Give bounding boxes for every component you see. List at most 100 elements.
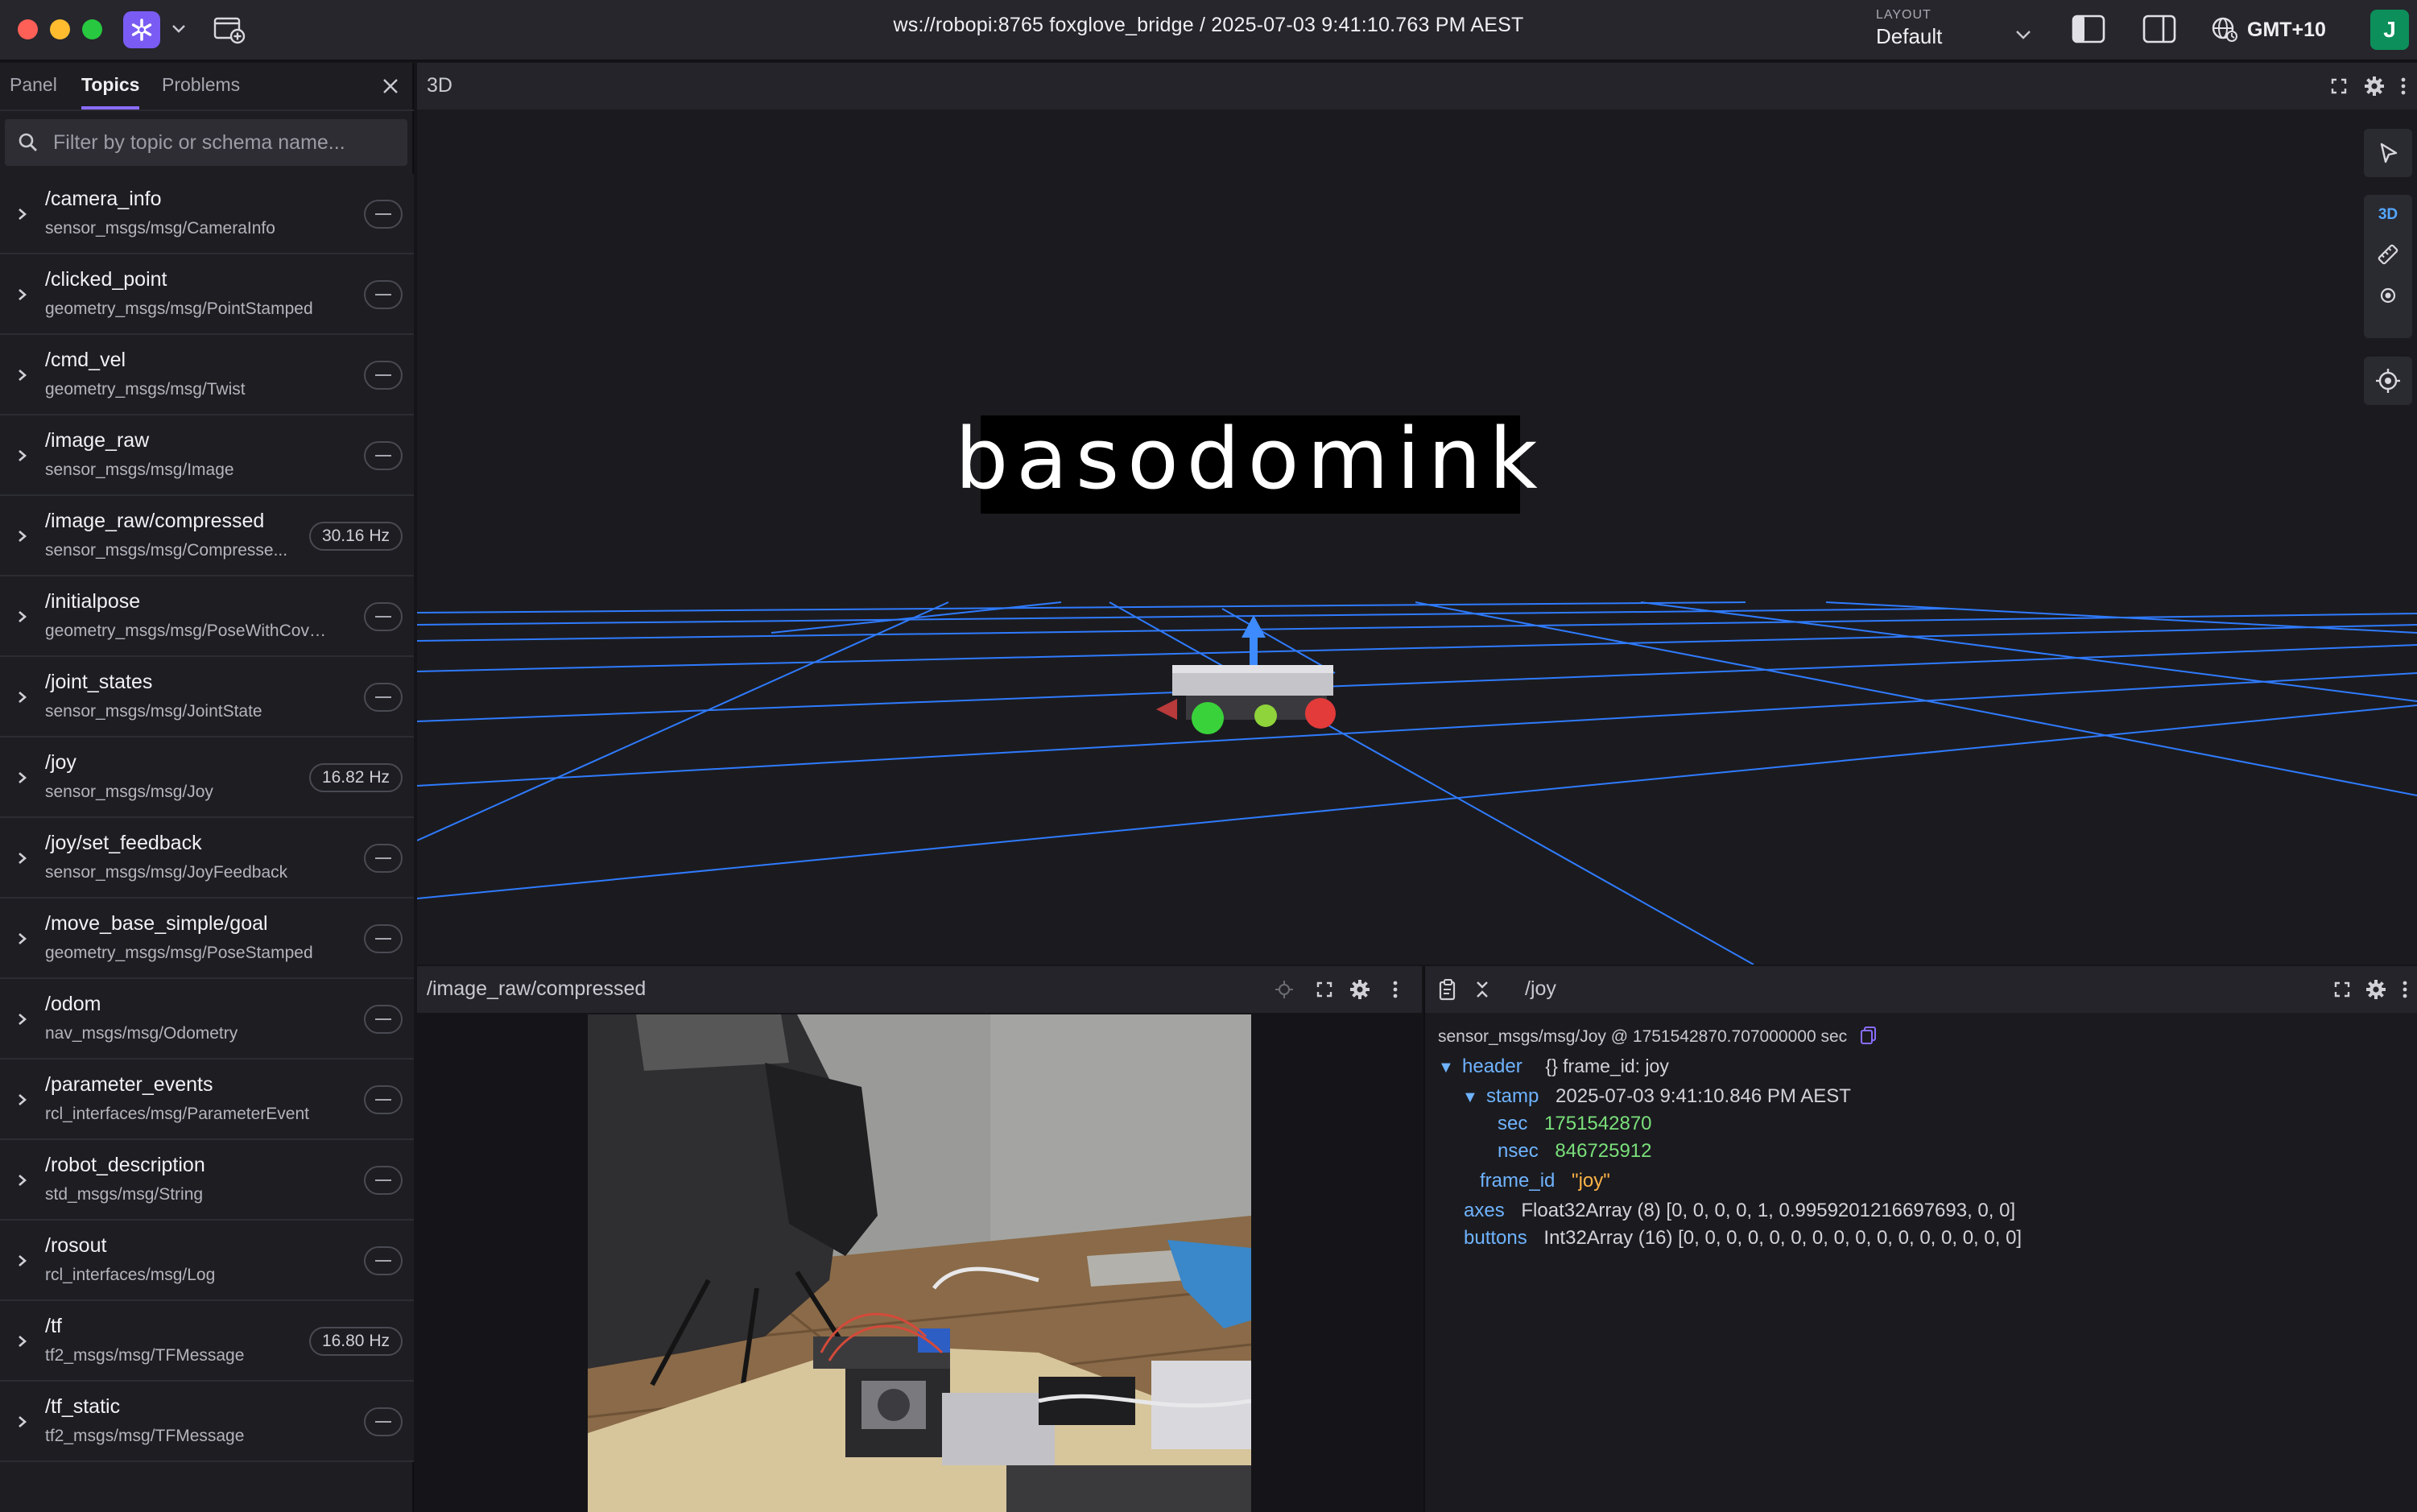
topic-name: /initialpose <box>45 590 141 613</box>
window-minimize-button[interactable] <box>50 19 70 39</box>
message-meta-text: sensor_msgs/msg/Joy @ 1751542870.7070000… <box>1438 1027 1848 1046</box>
topic-row[interactable]: /rosout rcl_interfaces/msg/Log <box>0 1221 414 1301</box>
topic-frequency-badge[interactable] <box>364 280 403 309</box>
settings-gear-icon[interactable] <box>2364 977 2388 1002</box>
topic-frequency-badge[interactable] <box>364 1246 403 1275</box>
tool-3d-toggle[interactable]: 3D <box>2378 206 2398 224</box>
topic-frequency-badge[interactable] <box>364 924 403 953</box>
topic-search-input[interactable] <box>53 119 399 166</box>
frame-id-value: "joy" <box>1572 1170 1610 1192</box>
chevron-right-icon[interactable] <box>14 686 31 708</box>
topic-frequency-badge[interactable] <box>364 441 403 470</box>
topic-name: /camera_info <box>45 188 162 210</box>
collapse-icon[interactable] <box>1470 977 1494 1002</box>
crosshair-icon[interactable] <box>1272 977 1296 1002</box>
chevron-right-icon[interactable] <box>14 1250 31 1272</box>
chevron-right-icon[interactable] <box>14 203 31 225</box>
chevron-right-icon[interactable] <box>14 1089 31 1111</box>
panel-3d: 3D basodomink 3D <box>417 63 2417 965</box>
topic-frequency-badge[interactable]: 16.80 Hz <box>308 1327 403 1356</box>
topic-frequency-badge[interactable] <box>364 844 403 873</box>
view-tools-group: 3D <box>2364 195 2412 338</box>
topic-frequency-badge[interactable] <box>364 1085 403 1114</box>
copy-icon[interactable] <box>1860 1026 1878 1045</box>
topic-row[interactable]: /tf tf2_msgs/msg/TFMessage 16.80 Hz <box>0 1301 414 1382</box>
expand-triangle-icon[interactable]: ▼ <box>1462 1089 1486 1107</box>
topic-frequency-badge[interactable] <box>364 1166 403 1195</box>
chevron-right-icon[interactable] <box>14 927 31 950</box>
chevron-right-icon[interactable] <box>14 1411 31 1433</box>
window-close-button[interactable] <box>18 19 38 39</box>
topic-frequency-badge[interactable] <box>364 361 403 390</box>
topic-row[interactable]: /joint_states sensor_msgs/msg/JointState <box>0 657 414 737</box>
topic-row[interactable]: /joy/set_feedback sensor_msgs/msg/JoyFeed… <box>0 818 414 899</box>
topic-row[interactable]: /image_raw sensor_msgs/msg/Image <box>0 415 414 496</box>
tree-row-stamp[interactable]: ▼ stamp 2025-07-03 9:41:10.846 PM AEST <box>1462 1085 1851 1108</box>
topic-row[interactable]: /initialpose geometry_msgs/msg/PoseWithCo… <box>0 576 414 657</box>
chevron-right-icon[interactable] <box>14 444 31 467</box>
topic-row[interactable]: /cmd_vel geometry_msgs/msg/Twist <box>0 335 414 415</box>
topic-frequency-badge[interactable] <box>364 602 403 631</box>
topic-frequency-badge[interactable] <box>364 1005 403 1034</box>
publish-point-icon[interactable] <box>2378 285 2398 306</box>
more-options-icon[interactable] <box>1383 977 1407 1002</box>
topic-row[interactable]: /tf_static tf2_msgs/msg/TFMessage <box>0 1382 414 1462</box>
topic-row[interactable]: /camera_info sensor_msgs/msg/CameraInfo <box>0 174 414 254</box>
window-maximize-button[interactable] <box>82 19 102 39</box>
locate-icon[interactable] <box>2364 357 2412 405</box>
more-options-icon[interactable] <box>2393 977 2417 1002</box>
sidebar-left-icon[interactable] <box>2071 14 2106 44</box>
panel-title: /image_raw/compressed <box>427 977 647 1000</box>
topic-row[interactable]: /parameter_events rcl_interfaces/msg/Para… <box>0 1060 414 1140</box>
chevron-right-icon[interactable] <box>14 1008 31 1031</box>
chevron-right-icon[interactable] <box>14 525 31 547</box>
tab-topics[interactable]: Topics <box>81 74 140 109</box>
topic-frequency-badge[interactable]: 30.16 Hz <box>308 522 403 551</box>
chevron-right-icon[interactable] <box>14 364 31 386</box>
sidebar-right-icon[interactable] <box>2142 14 2177 44</box>
chevron-right-icon[interactable] <box>14 766 31 789</box>
topic-schema: geometry_msgs/msg/PointStamped <box>45 300 313 318</box>
fullscreen-icon[interactable] <box>2330 977 2354 1002</box>
topic-row[interactable]: /image_raw/compressed sensor_msgs/msg/Com… <box>0 496 414 576</box>
topic-schema: geometry_msgs/msg/Twist <box>45 380 246 399</box>
expand-triangle-icon[interactable]: ▼ <box>1438 1059 1462 1077</box>
3d-scene[interactable]: basodomink <box>417 109 2417 965</box>
frame-label: basodomink <box>955 410 1538 514</box>
tree-row-header[interactable]: ▼ header {} frame_id: joy <box>1438 1056 1669 1078</box>
raw-topic-path[interactable]: /joy <box>1525 977 1556 1001</box>
settings-gear-icon[interactable] <box>1348 977 1372 1002</box>
chevron-right-icon[interactable] <box>14 1169 31 1192</box>
tab-panel[interactable]: Panel <box>10 74 57 109</box>
tab-problems[interactable]: Problems <box>162 74 240 109</box>
fullscreen-icon[interactable] <box>1312 977 1337 1002</box>
topic-frequency-badge[interactable] <box>364 683 403 712</box>
copy-icon[interactable] <box>1436 977 1461 1002</box>
settings-gear-icon[interactable] <box>2362 74 2386 98</box>
timezone-selector[interactable]: GMT+10 <box>2210 11 2339 48</box>
layout-selector[interactable]: LAYOUT Default <box>1876 8 2037 53</box>
more-options-icon[interactable] <box>2391 74 2415 98</box>
topic-row[interactable]: /clicked_point geometry_msgs/msg/PointSta… <box>0 254 414 335</box>
ruler-icon[interactable] <box>2375 242 2401 267</box>
topic-row[interactable]: /odom nav_msgs/msg/Odometry <box>0 979 414 1060</box>
new-window-icon[interactable] <box>211 13 248 47</box>
chevron-right-icon[interactable] <box>14 847 31 870</box>
topic-frequency-badge[interactable] <box>364 200 403 229</box>
topic-frequency-badge[interactable]: 16.82 Hz <box>308 763 403 792</box>
close-icon[interactable] <box>378 74 403 98</box>
chevron-right-icon[interactable] <box>14 283 31 306</box>
topic-row[interactable]: /robot_description std_msgs/msg/String <box>0 1140 414 1221</box>
sec-value: 1751542870 <box>1544 1113 1652 1134</box>
select-icon[interactable] <box>2364 129 2412 177</box>
topic-row[interactable]: /move_base_simple/goal geometry_msgs/msg/… <box>0 899 414 979</box>
key-buttons: buttons <box>1464 1227 1527 1249</box>
chevron-down-icon[interactable] <box>169 16 188 42</box>
topic-frequency-badge[interactable] <box>364 1407 403 1436</box>
topic-row[interactable]: /joy sensor_msgs/msg/Joy 16.82 Hz <box>0 737 414 818</box>
user-avatar[interactable]: J <box>2370 10 2409 50</box>
chevron-right-icon[interactable] <box>14 605 31 628</box>
fullscreen-icon[interactable] <box>2327 74 2351 98</box>
app-logo-icon[interactable] <box>123 11 160 48</box>
chevron-right-icon[interactable] <box>14 1330 31 1353</box>
